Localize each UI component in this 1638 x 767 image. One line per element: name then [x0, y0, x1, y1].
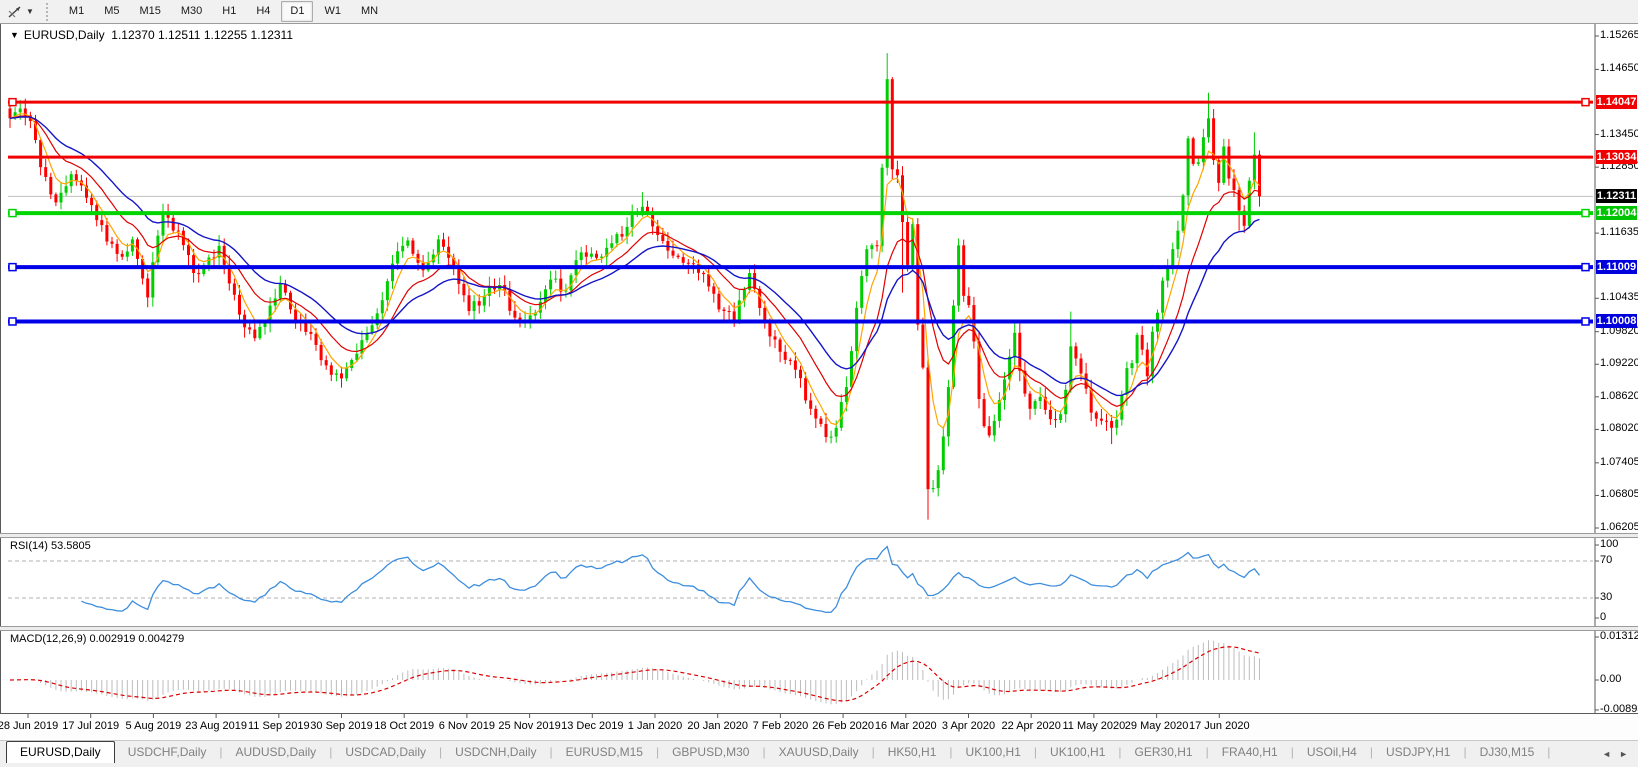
axis-tick-label: 1.11635	[1600, 226, 1638, 239]
price-chart-canvas[interactable]	[0, 0, 1638, 767]
axis-tick-label: 1.09220	[1600, 357, 1638, 370]
axis-tick-label: 1.08620	[1600, 389, 1638, 402]
axis-tick-label: 1.14650	[1600, 62, 1638, 75]
macd-indicator-label: MACD(12,26,9) 0.002919 0.004279	[10, 633, 185, 645]
axis-tick-label: 1.10435	[1600, 291, 1638, 304]
chart-symbol-period: EURUSD,Daily	[23, 28, 105, 42]
axis-tick-label: 1.13450	[1600, 127, 1638, 140]
axis-tick-label: 0.00	[1600, 673, 1622, 685]
axis-tick-label: 100	[1600, 538, 1619, 550]
axis-tick-label: 1.06205	[1600, 521, 1638, 533]
chart-title: ▼ EURUSD,Daily 1.12370 1.12511 1.12255 1.…	[10, 28, 293, 42]
axis-tick-label: 0	[1600, 611, 1607, 623]
axis-tick-label: 1.07405	[1600, 455, 1638, 468]
axis-tick-label: 70	[1600, 554, 1613, 566]
chart-dropdown-icon[interactable]: ▼	[10, 30, 19, 40]
trading-platform-window: ▼ M1 M5 M15 M30 H1 H4 D1 W1 MN ▼ EURUSD,Daily 1.1…	[0, 0, 1638, 767]
price-axis-badge: 1.10008	[1596, 314, 1637, 329]
panel-splitter-macd[interactable]	[0, 626, 1638, 631]
price-axis-badge: 1.14047	[1596, 95, 1637, 110]
panel-splitter-rsi[interactable]	[0, 533, 1638, 538]
price-axis-badge: 1.12311	[1596, 189, 1637, 204]
axis-tick-label: 1.06805	[1600, 488, 1638, 501]
chart-ohlc-values: 1.12370 1.12511 1.12255 1.12311	[111, 28, 294, 42]
axis-tick-label: 0.013121	[1600, 630, 1638, 642]
axis-tick-label: 1.15265	[1600, 29, 1638, 41]
axis-tick-label: 1.08020	[1600, 422, 1638, 435]
rsi-indicator-label: RSI(14) 53.5805	[10, 540, 91, 552]
price-axis-badge: 1.13034	[1596, 150, 1637, 165]
axis-tick-label: 30	[1600, 591, 1613, 603]
chart-bottom-border	[0, 713, 1638, 714]
price-axis-badge: 1.12004	[1596, 206, 1637, 221]
price-axis-badge: 1.11009	[1596, 260, 1637, 275]
